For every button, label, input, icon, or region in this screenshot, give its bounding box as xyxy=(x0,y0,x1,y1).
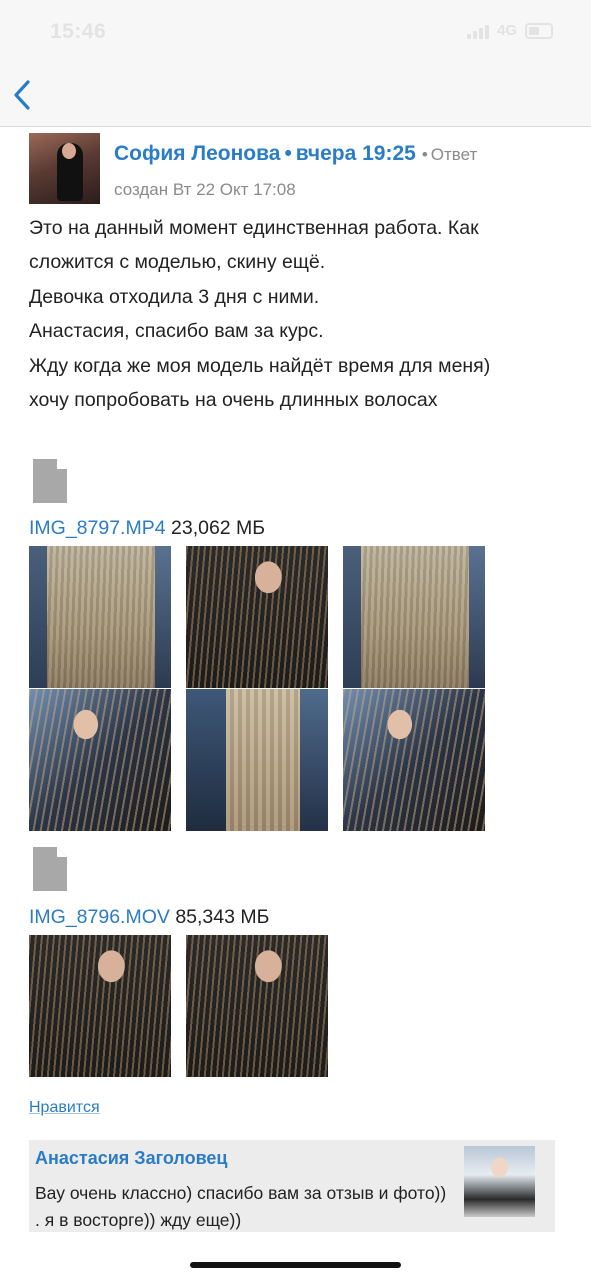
attachment-link[interactable]: IMG_8797.MP4 23,062 МБ xyxy=(29,517,265,540)
meta-separator: • xyxy=(421,145,428,164)
reply-avatar[interactable] xyxy=(464,1146,535,1217)
created-label: создан Вт 22 Окт 17:08 xyxy=(114,180,296,199)
post-line: хочу попробовать на очень длинных волоса… xyxy=(29,389,438,412)
reply-comment: Анастасия Заголовец Вау очень классно) с… xyxy=(29,1140,555,1232)
status-indicators: 4G xyxy=(466,22,553,39)
home-indicator[interactable] xyxy=(190,1262,401,1268)
post-line: сложится с моделью, скину ещё. xyxy=(29,251,326,274)
chevron-left-icon xyxy=(14,80,30,110)
photo-thumbnail[interactable] xyxy=(186,689,328,831)
attachment-size: 23,062 МБ xyxy=(171,517,266,539)
author-name[interactable]: София Леонова xyxy=(114,142,280,165)
post-time[interactable]: вчера 19:25 xyxy=(296,142,416,165)
attachment-link[interactable]: IMG_8796.MOV 85,343 МБ xyxy=(29,906,269,929)
like-link[interactable]: Нравится xyxy=(29,1099,100,1117)
author-avatar[interactable] xyxy=(29,133,100,204)
signal-icon xyxy=(466,23,489,39)
nav-bar xyxy=(0,64,591,127)
photo-thumbnail[interactable] xyxy=(29,689,171,831)
attachment-name[interactable]: IMG_8797.MP4 xyxy=(29,517,166,539)
meta-separator: • xyxy=(284,142,292,165)
photo-thumbnail[interactable] xyxy=(29,546,171,688)
photo-thumbnail[interactable] xyxy=(29,935,171,1077)
post-text: Это на данный момент единственная работа… xyxy=(29,211,574,417)
photo-thumbnail[interactable] xyxy=(186,935,328,1077)
file-icon xyxy=(33,847,67,891)
photo-thumbnail[interactable] xyxy=(343,689,485,831)
attachment-name[interactable]: IMG_8796.MOV xyxy=(29,906,170,928)
attachment-size: 85,343 МБ xyxy=(175,906,270,928)
reply-text: Вау очень классно) спасибо вам за отзыв … xyxy=(35,1183,447,1230)
post-line: Это на данный момент единственная работа… xyxy=(29,217,479,239)
reply-label: Ответ xyxy=(430,145,478,164)
post-meta: София Леонова • вчера 19:25 • Ответ создан В… xyxy=(114,137,584,208)
post-line: Жду когда же моя модель найдёт время для… xyxy=(29,354,491,377)
status-time: 15:46 xyxy=(50,20,107,43)
photo-thumbnail[interactable] xyxy=(186,546,328,688)
post-line: Анастасия, спасибо вам за курс. xyxy=(29,320,324,343)
reply-author[interactable]: Анастасия Заголовец xyxy=(35,1148,228,1169)
post-line: Девочка отходила 3 дня с ними. xyxy=(29,285,320,308)
back-button[interactable] xyxy=(8,78,42,112)
battery-icon xyxy=(525,22,553,39)
photo-thumbnail[interactable] xyxy=(343,546,485,688)
network-label: 4G xyxy=(496,22,517,39)
file-icon xyxy=(33,459,67,503)
status-bar: 15:46 4G xyxy=(0,0,591,64)
